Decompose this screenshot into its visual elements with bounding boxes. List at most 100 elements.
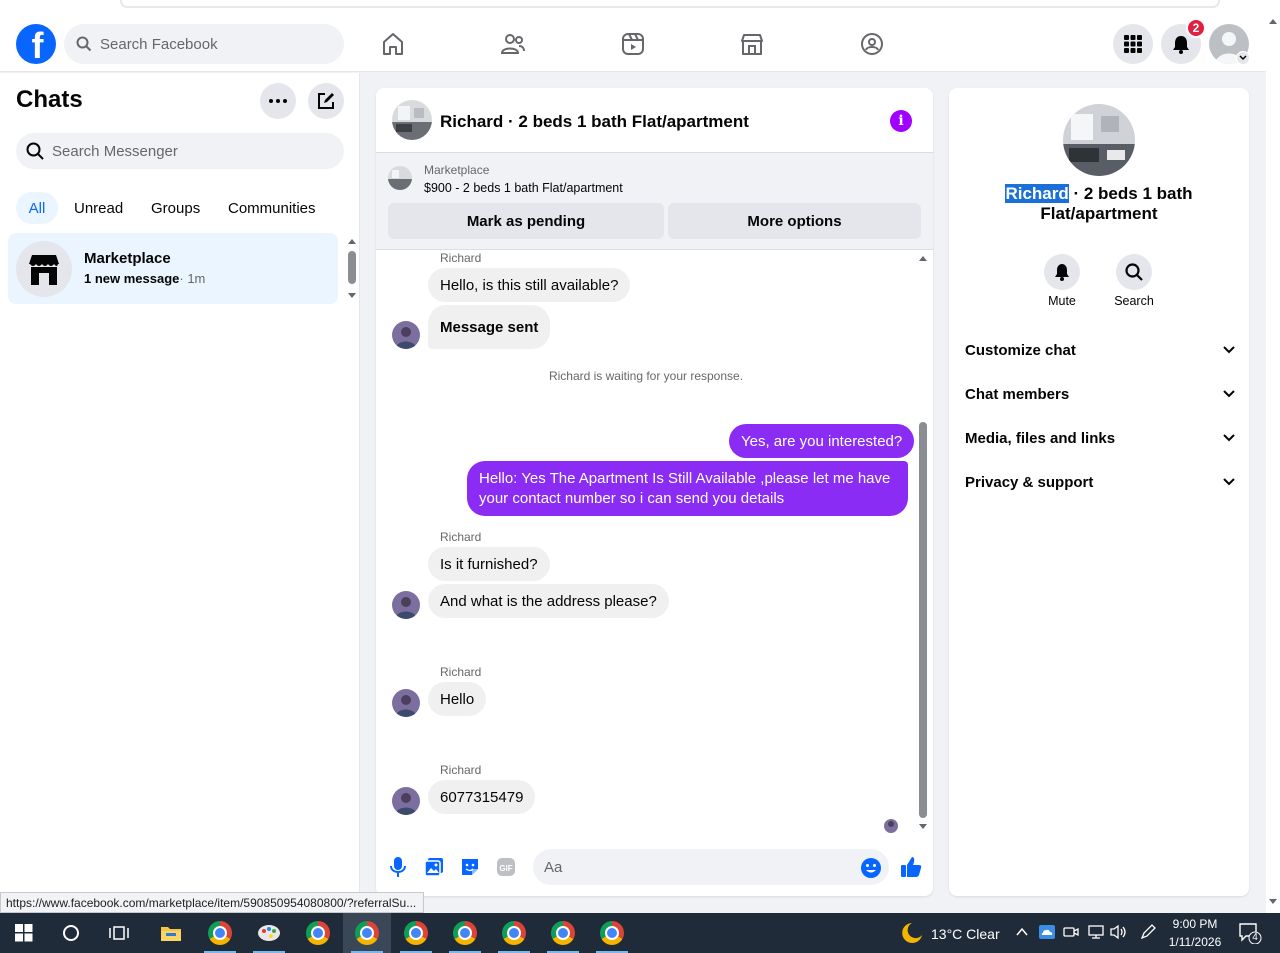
message-input-placeholder: Aa [544, 858, 563, 876]
photo-icon[interactable] [424, 857, 444, 877]
privacy-support-section[interactable]: Privacy & support [965, 470, 1235, 494]
task-view-icon[interactable] [95, 913, 143, 953]
taskbar-time[interactable]: 9:00 PM [1164, 917, 1226, 931]
incoming-message[interactable]: Hello [428, 682, 487, 716]
more-dots-icon [269, 99, 287, 103]
facebook-logo[interactable]: f [16, 24, 56, 64]
filter-groups[interactable]: Groups [141, 192, 210, 224]
search-circle-icon[interactable] [47, 913, 95, 953]
moon-weather-icon[interactable] [898, 921, 924, 945]
incoming-message[interactable]: 6077315479 [428, 780, 536, 814]
sticker-icon[interactable] [460, 857, 480, 877]
search-label: Search [1114, 294, 1154, 308]
weather-text[interactable]: 13°C Clear [931, 926, 1000, 942]
marketplace-label: Marketplace [424, 163, 490, 177]
home-icon[interactable] [377, 28, 409, 60]
emoji-icon[interactable] [860, 857, 882, 879]
incoming-message[interactable]: Message sent [428, 305, 551, 349]
filter-all[interactable]: All [16, 192, 58, 224]
incoming-message[interactable]: Is it furnished? [428, 547, 550, 581]
mute-label: Mute [1048, 294, 1076, 308]
sender-avatar [392, 689, 420, 717]
sender-avatar [392, 591, 420, 619]
chat-title: Richard · 2 beds 1 bath Flat/apartment [440, 112, 749, 131]
chrome-active-profile-icon[interactable] [343, 913, 391, 953]
page-scrollbar[interactable] [1266, 14, 1280, 913]
taskbar-date[interactable]: 1/11/2026 [1164, 935, 1226, 949]
conversation-preview-text: 1 new message [84, 271, 180, 286]
outgoing-message[interactable]: Yes, are you interested? [729, 424, 915, 458]
compose-icon [316, 91, 336, 111]
meet-icon[interactable] [1063, 924, 1079, 940]
sender-avatar [392, 321, 420, 349]
chat-members-section[interactable]: Chat members [965, 382, 1235, 406]
messages-scrollbar[interactable] [917, 252, 929, 832]
listing-photo[interactable] [1063, 104, 1135, 176]
conversation-name: Marketplace [84, 250, 171, 267]
details-title: Richard · 2 beds 1 bath Flat/apartment [960, 184, 1238, 224]
gif-icon[interactable]: GIF [496, 857, 516, 877]
friends-icon[interactable] [497, 28, 529, 60]
microphone-icon[interactable] [388, 856, 408, 878]
filter-communities[interactable]: Communities [218, 192, 326, 224]
mark-as-pending-button[interactable]: Mark as pending [388, 203, 664, 239]
search-icon [1125, 263, 1143, 281]
sidebar-scrollbar[interactable] [346, 236, 358, 300]
incoming-message[interactable]: Hello, is this still available? [428, 268, 631, 302]
details-title-rest: · 2 beds 1 bath [1068, 184, 1193, 203]
more-options-button[interactable]: More options [668, 203, 921, 239]
chrome-profile-n-icon[interactable] [196, 913, 244, 953]
listing-price-title[interactable]: $900 - 2 beds 1 bath Flat/apartment [424, 181, 623, 195]
customize-chat-section[interactable]: Customize chat [965, 338, 1235, 362]
account-chevron-down-icon[interactable] [1236, 51, 1250, 65]
chevron-down-icon [1223, 390, 1235, 398]
thumbs-up-icon[interactable] [899, 855, 923, 879]
search-messenger-placeholder: Search Messenger [52, 142, 178, 160]
details-title-line2: Flat/apartment [1040, 204, 1158, 223]
outgoing-message[interactable]: Hello: Yes The Apartment Is Still Availa… [467, 461, 908, 516]
chevron-up-icon[interactable] [1015, 925, 1029, 939]
filter-unread[interactable]: Unread [64, 192, 133, 224]
volume-icon[interactable] [1110, 924, 1128, 940]
section-label: Chat members [965, 385, 1070, 403]
listing-thumbnail[interactable] [392, 100, 432, 140]
groups-icon[interactable] [856, 28, 888, 60]
chat-options-button[interactable] [260, 83, 296, 119]
waiting-notice: Richard is waiting for your response. [548, 369, 744, 383]
paint-app-icon[interactable] [245, 913, 293, 953]
media-files-links-section[interactable]: Media, files and links [965, 426, 1235, 450]
chevron-down-icon [1223, 346, 1235, 354]
conversation-info-icon[interactable]: i [890, 110, 912, 132]
new-message-button[interactable] [308, 83, 344, 119]
video-icon[interactable] [617, 28, 649, 60]
marketplace-icon[interactable] [736, 28, 768, 60]
mute-button[interactable] [1044, 254, 1080, 290]
chrome-profile-icon[interactable] [490, 913, 538, 953]
search-icon [26, 142, 44, 160]
chrome-icon[interactable] [294, 913, 342, 953]
chrome-profile-icon[interactable] [441, 913, 489, 953]
chrome-icon [306, 921, 330, 945]
message-sender: Richard [440, 530, 482, 544]
chrome-icon [453, 921, 477, 945]
section-label: Customize chat [965, 341, 1076, 359]
network-icon[interactable] [1087, 924, 1105, 940]
chrome-profile-icon[interactable] [539, 913, 587, 953]
menu-grid-button[interactable] [1113, 24, 1153, 64]
cloud-drive-icon[interactable] [1038, 924, 1056, 940]
facebook-search-input[interactable]: Search Facebook [64, 24, 344, 64]
section-label: Privacy & support [965, 473, 1094, 491]
message-sender: Richard [440, 763, 482, 777]
search-conversation-button[interactable] [1116, 254, 1152, 290]
chrome-profile-icon[interactable] [392, 913, 440, 953]
grid-icon [1123, 34, 1143, 54]
chrome-profile-icon[interactable] [588, 913, 636, 953]
file-explorer-icon[interactable] [147, 913, 195, 953]
message-input[interactable]: Aa [533, 849, 889, 885]
incoming-message[interactable]: And what is the address please? [428, 584, 669, 618]
message-sender: Richard [440, 251, 482, 265]
facebook-logo-letter: f [31, 25, 44, 64]
windows-start-icon[interactable] [0, 913, 48, 953]
pen-icon[interactable] [1139, 923, 1157, 941]
search-messenger-input[interactable]: Search Messenger [16, 133, 344, 169]
